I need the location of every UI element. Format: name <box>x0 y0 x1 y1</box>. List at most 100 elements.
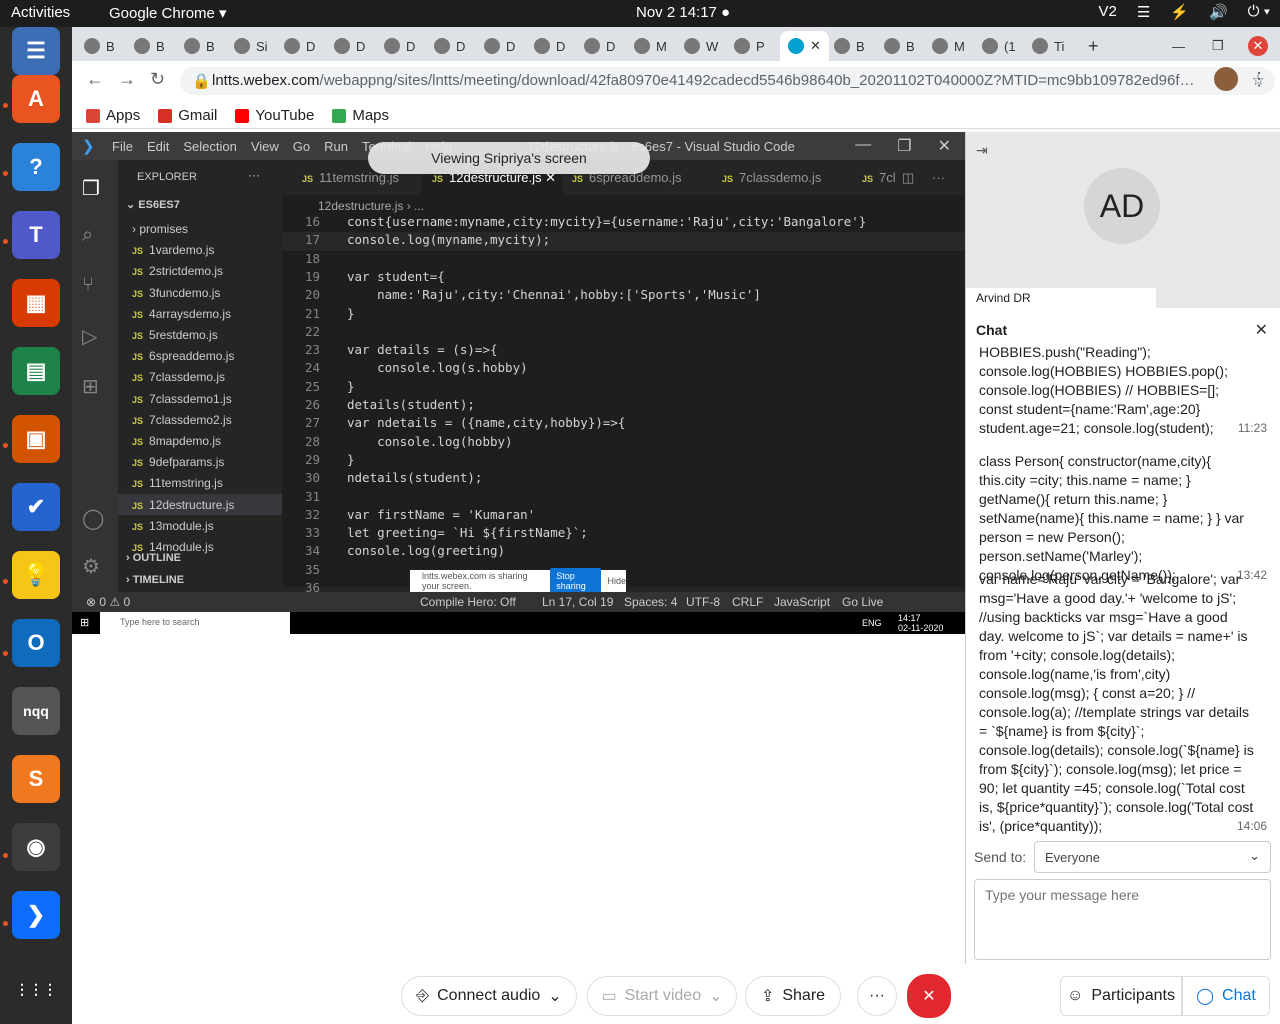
network-icon[interactable]: ⚡ <box>1170 3 1189 21</box>
explorer-icon[interactable]: ❐ <box>82 176 100 201</box>
browser-tab[interactable]: B <box>834 31 865 61</box>
outline-section[interactable]: › OUTLINE <box>126 552 181 564</box>
file-item[interactable]: JS 4arraysdemo.js <box>118 303 282 324</box>
leave-meeting-button[interactable]: ✕ <box>907 974 951 1018</box>
browser-tab[interactable]: B <box>134 31 165 61</box>
outlook-icon[interactable]: O <box>12 619 60 667</box>
window-minimize-icon[interactable]: — <box>1172 31 1185 61</box>
back-icon[interactable]: ← <box>86 69 104 90</box>
hide-button[interactable]: Hide <box>607 576 626 586</box>
chat-button[interactable]: ◯ Chat <box>1182 976 1270 1016</box>
window-restore-icon[interactable]: ❐ <box>1212 31 1224 61</box>
language-mode[interactable]: JavaScript <box>774 595 830 609</box>
bookmark-gmail[interactable]: Gmail <box>158 103 217 128</box>
editor-tab[interactable]: JS 7classdemo.js <box>712 160 842 195</box>
menu-item-view[interactable]: View <box>251 139 279 154</box>
browser-tab[interactable]: D <box>484 31 515 61</box>
browser-tab-active[interactable]: ✕ <box>780 31 829 61</box>
recipient-select[interactable]: Everyone ⌄ <box>1034 841 1271 873</box>
window-close-icon[interactable]: ✕ <box>1248 36 1268 56</box>
file-item[interactable]: JS 7classdemo1.js <box>118 388 282 409</box>
help-icon[interactable]: ? <box>12 143 60 191</box>
account-icon[interactable]: ◯ <box>82 506 104 531</box>
menu-item-go[interactable]: Go <box>293 139 310 154</box>
workspace-root[interactable]: ⌄ ES6ES7 <box>126 198 180 211</box>
minimize-icon[interactable]: — <box>855 136 871 156</box>
start-video-button[interactable]: ▭ Start video ⌄ <box>587 976 737 1016</box>
cursor-position[interactable]: Ln 17, Col 19 <box>542 595 613 609</box>
file-item[interactable]: JS 11temstring.js <box>118 472 282 493</box>
bookmark-youtube[interactable]: YouTube <box>235 103 314 128</box>
system-tray[interactable]: V2 ☰ ⚡ 🔊 ⏻ ▾ <box>1098 3 1270 21</box>
file-item[interactable]: JS 1vardemo.js <box>118 239 282 260</box>
file-item[interactable]: JS 6spreaddemo.js <box>118 345 282 366</box>
chrome-menu-icon[interactable]: ⋮ <box>1250 69 1268 90</box>
file-item[interactable]: JS 12destructure.js <box>118 493 282 515</box>
office-icon[interactable]: ▦ <box>12 279 60 327</box>
close-tab-icon[interactable]: ✕ <box>810 38 821 54</box>
address-bar[interactable]: 🔒 lntts.webex.com/webappng/sites/lntts/m… <box>180 67 1275 95</box>
browser-tab[interactable]: P <box>734 31 765 61</box>
code-editor[interactable]: 16 const{username:myname,city:mycity}={us… <box>282 214 965 595</box>
chevron-down-icon[interactable]: ⌄ <box>709 986 722 1006</box>
split-editor-icon[interactable]: ◫ <box>902 160 914 195</box>
settings-gear-icon[interactable]: ⚙ <box>82 554 100 579</box>
browser-tab[interactable]: D <box>434 31 465 61</box>
file-item[interactable]: JS 7classdemo2.js <box>118 409 282 430</box>
more-options-button[interactable]: ··· <box>857 976 897 1016</box>
share-button[interactable]: ⇪ Share <box>745 976 841 1016</box>
timeline-section[interactable]: › TIMELINE <box>126 574 184 586</box>
browser-tab[interactable]: Si <box>234 31 268 61</box>
chat-message-input[interactable] <box>974 879 1271 960</box>
restore-icon[interactable]: ❐ <box>897 136 911 156</box>
run-debug-icon[interactable]: ▷ <box>82 324 97 349</box>
windows-search-box[interactable]: Type here to search <box>100 612 290 634</box>
browser-tab[interactable]: M <box>634 31 667 61</box>
more-actions-icon[interactable]: ··· <box>932 160 945 195</box>
extensions-icon[interactable]: ⊞ <box>82 374 99 399</box>
compile-hero-status[interactable]: Compile Hero: Off <box>420 595 516 609</box>
menu-item-file[interactable]: File <box>112 139 133 154</box>
file-item[interactable]: JS 7classdemo.js <box>118 366 282 387</box>
close-chat-icon[interactable]: ✕ <box>1255 320 1268 340</box>
source-control-icon[interactable]: ⑂ <box>82 274 94 297</box>
indentation[interactable]: Spaces: 4 <box>624 595 677 609</box>
activities-button[interactable]: Activities <box>11 4 70 21</box>
browser-tab[interactable]: Ti <box>1032 31 1064 61</box>
app-menu[interactable]: Google Chrome ▾ <box>109 4 227 22</box>
spreadsheet-icon[interactable]: ▤ <box>12 347 60 395</box>
clock[interactable]: Nov 2 14:17 ● <box>636 4 730 21</box>
browser-tab[interactable]: B <box>184 31 215 61</box>
stop-sharing-button[interactable]: Stop sharing <box>550 568 602 594</box>
collapse-icon[interactable]: ⇥ <box>976 142 988 159</box>
file-item[interactable]: JS 5restdemo.js <box>118 324 282 345</box>
file-item[interactable]: JS 13module.js <box>118 515 282 536</box>
teams-icon[interactable]: T <box>12 211 60 259</box>
tray-item[interactable]: ☰ <box>1137 3 1150 21</box>
browser-tab[interactable]: D <box>284 31 315 61</box>
sublime-icon[interactable]: S <box>12 755 60 803</box>
software-center-icon[interactable]: A <box>12 75 60 123</box>
app-grid-icon[interactable]: ⋮⋮⋮ <box>12 965 60 1013</box>
editor-tab[interactable]: JS 7cl <box>852 160 896 195</box>
participants-button[interactable]: ☺ Participants <box>1060 976 1182 1016</box>
nqq-icon[interactable]: nqq <box>12 687 60 735</box>
file-item[interactable]: JS 2strictdemo.js <box>118 260 282 281</box>
menu-item-run[interactable]: Run <box>324 139 348 154</box>
presentation-icon[interactable]: ▣ <box>12 415 60 463</box>
more-actions-icon[interactable]: ··· <box>248 168 260 182</box>
browser-tab[interactable]: B <box>84 31 115 61</box>
browser-tab[interactable]: W <box>684 31 718 61</box>
reload-icon[interactable]: ↻ <box>150 69 165 90</box>
menu-item-edit[interactable]: Edit <box>147 139 169 154</box>
connect-audio-button[interactable]: ⎆ Connect audio ⌄ <box>401 976 577 1016</box>
windows-start-icon[interactable]: ⊞ <box>80 616 89 629</box>
file-item[interactable]: JS 3funcdemo.js <box>118 282 282 303</box>
browser-tab[interactable]: D <box>384 31 415 61</box>
new-tab-icon[interactable]: + <box>1088 31 1099 61</box>
file-item[interactable]: JS 8mapdemo.js <box>118 430 282 451</box>
power-icon[interactable]: ⏻ ▾ <box>1248 3 1270 21</box>
chrome-icon[interactable]: ◉ <box>12 823 60 871</box>
line-ending[interactable]: CRLF <box>732 595 763 609</box>
menu-item-selection[interactable]: Selection <box>183 139 236 154</box>
